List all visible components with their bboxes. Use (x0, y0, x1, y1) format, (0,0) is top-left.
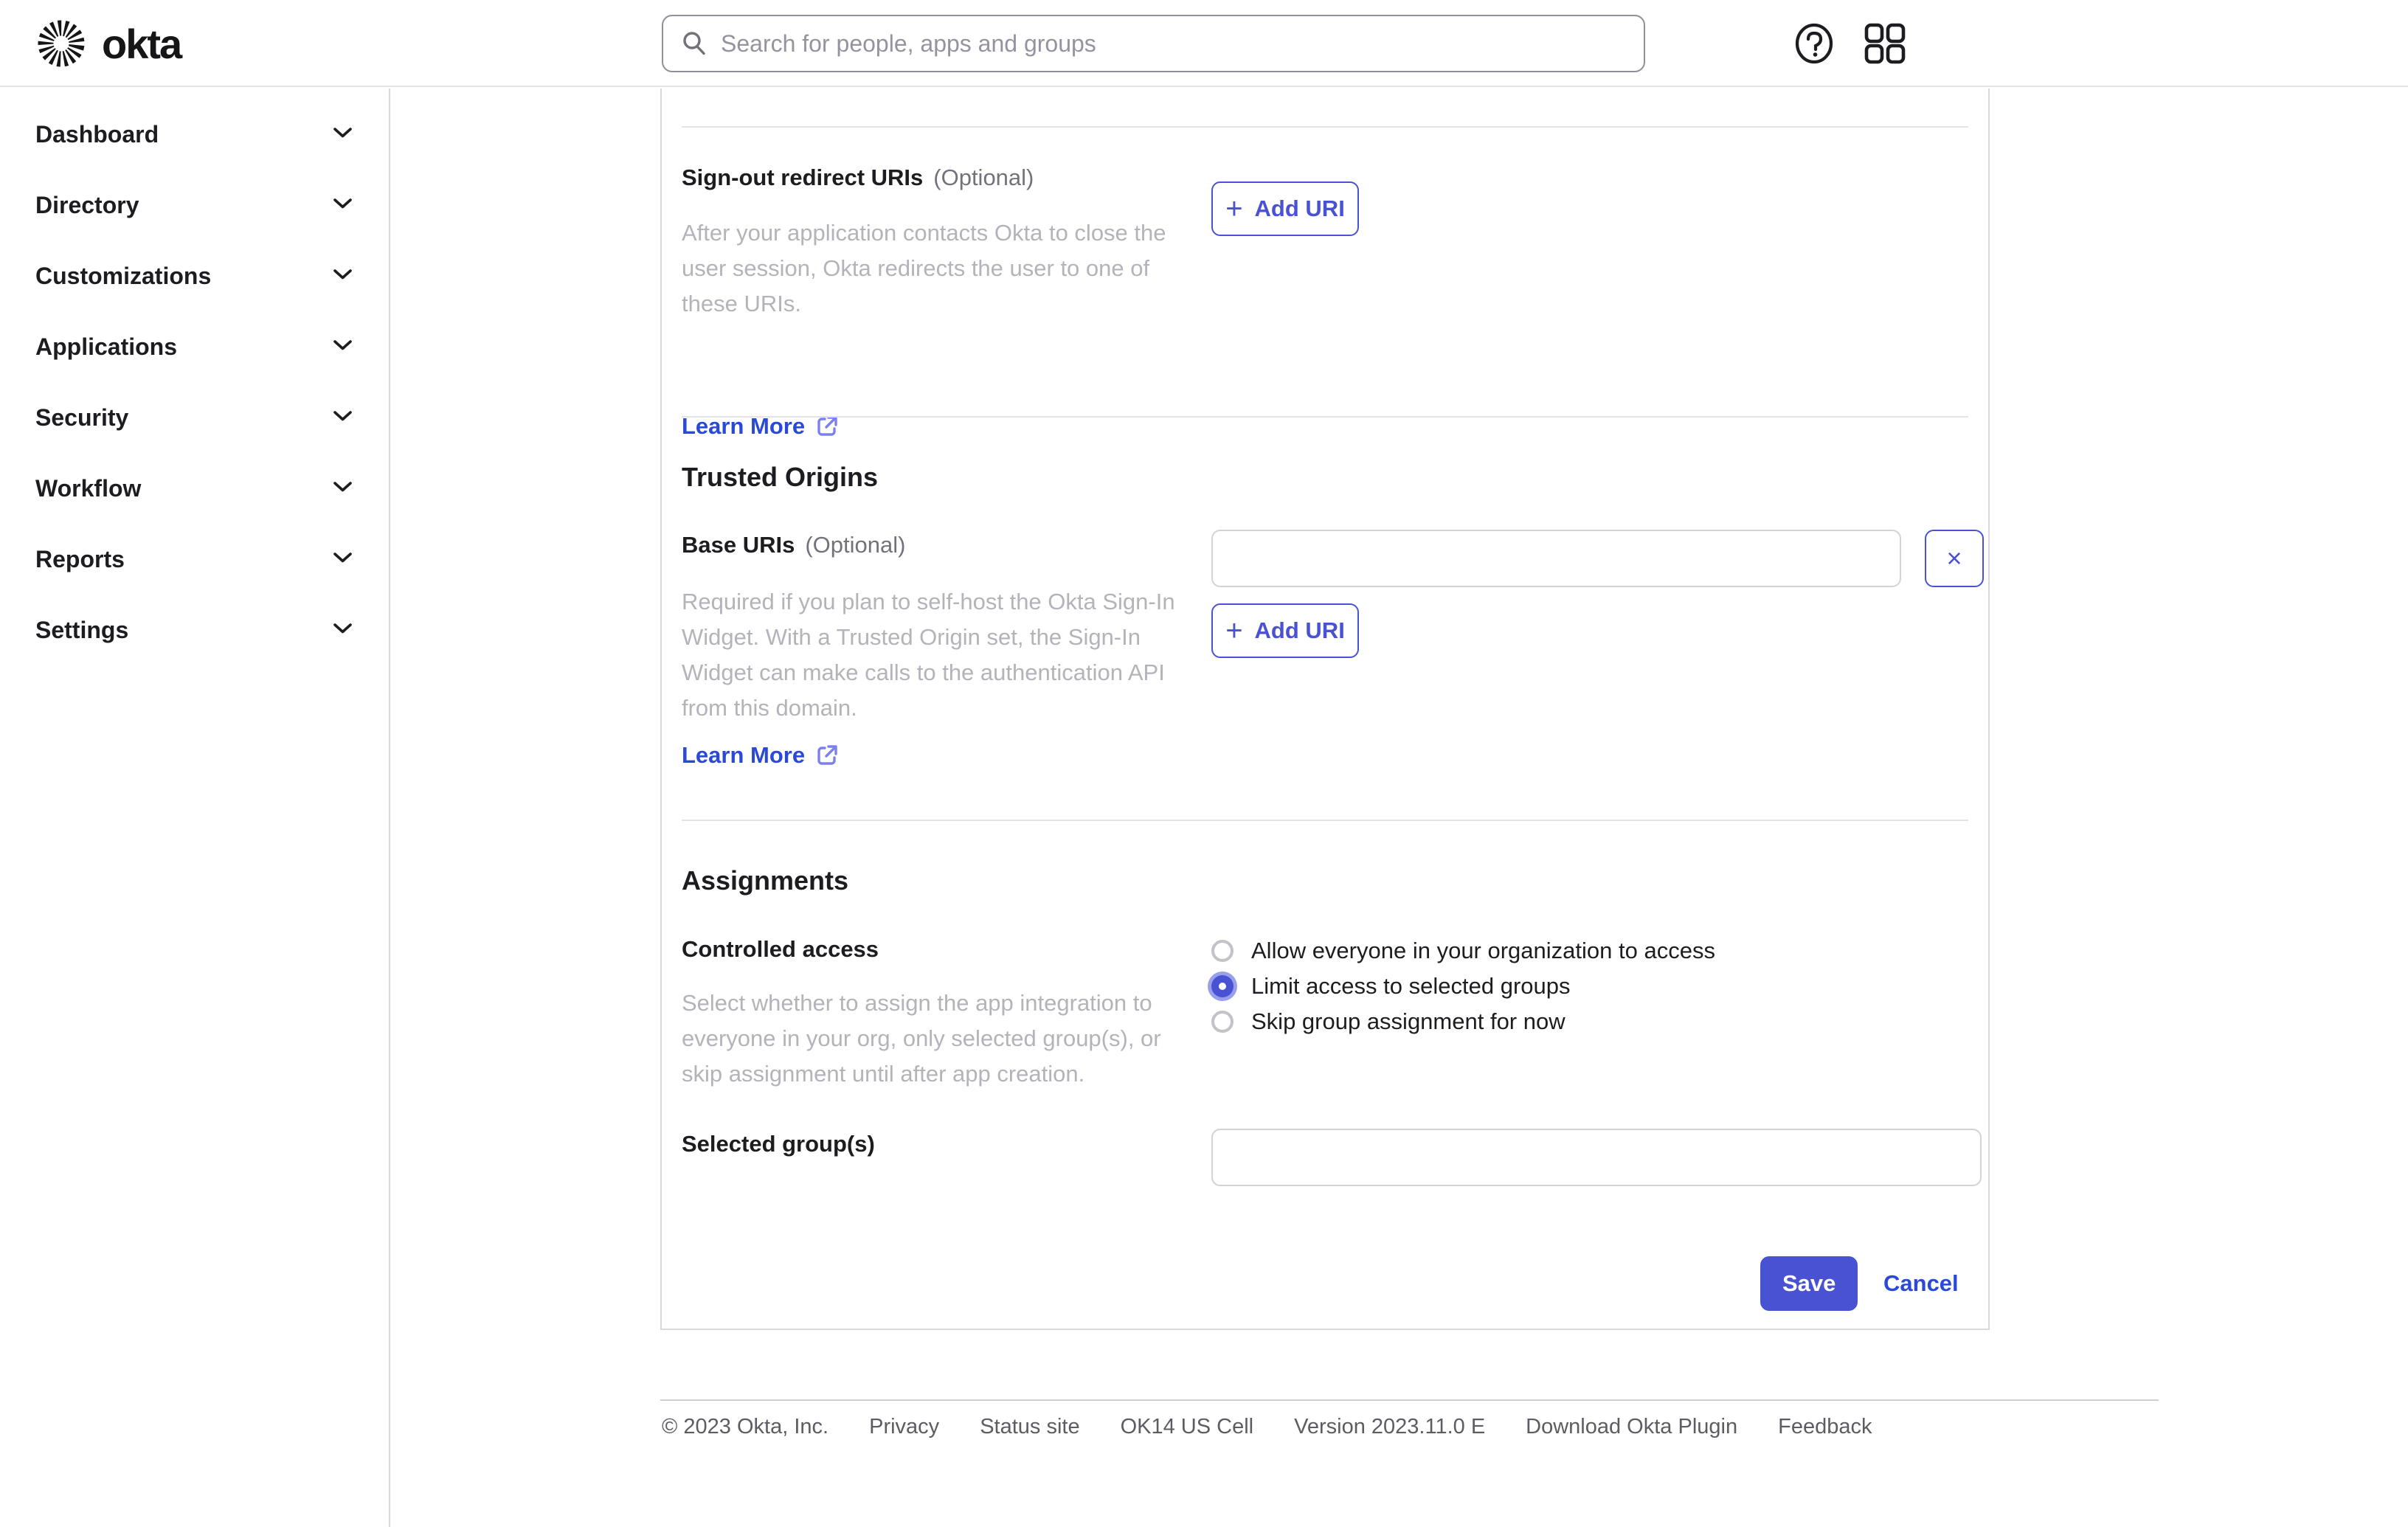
selected-groups-label: Selected group(s) (682, 1131, 875, 1157)
help-question-icon (1794, 23, 1834, 64)
radio-label: Skip group assignment for now (1251, 1008, 1565, 1034)
footer-link-download-plugin[interactable]: Download Okta Plugin (1526, 1415, 1737, 1439)
radio-allow-everyone[interactable]: Allow everyone in your organization to a… (1211, 933, 1715, 969)
controlled-access-radio-group: Allow everyone in your organization to a… (1211, 933, 1715, 1039)
sidebar-item-dashboard[interactable]: Dashboard (0, 99, 389, 170)
sidebar-item-workflow[interactable]: Workflow (0, 453, 389, 524)
okta-wordmark: okta (102, 20, 182, 67)
app-settings-panel: Sign-out redirect URIs (Optional) After … (660, 89, 1990, 1330)
apps-menu-button[interactable] (1864, 23, 1906, 64)
sidebar-item-label: Applications (35, 333, 178, 360)
section-divider (682, 416, 1968, 418)
global-search[interactable] (662, 15, 1645, 72)
radio-skip-assignment[interactable]: Skip group assignment for now (1211, 1004, 1715, 1039)
search-icon (681, 30, 707, 57)
sidebar-item-label: Dashboard (35, 120, 159, 148)
radio-button[interactable] (1211, 975, 1234, 997)
remove-uri-button[interactable]: × (1925, 530, 1984, 587)
controlled-access-description: Select whether to assign the app integra… (682, 990, 1161, 1087)
save-button[interactable]: Save (1760, 1256, 1858, 1311)
sidebar-item-customizations[interactable]: Customizations (0, 240, 389, 311)
selected-groups-input[interactable] (1211, 1129, 1982, 1186)
learn-more-label: Learn More (682, 742, 806, 768)
radio-button[interactable] (1211, 940, 1234, 962)
sidebar-item-label: Directory (35, 191, 139, 218)
chevron-down-icon (333, 339, 353, 355)
optional-tag: (Optional) (933, 165, 1034, 190)
top-bar: okta (0, 0, 2408, 87)
chevron-down-icon (333, 481, 353, 496)
apps-grid-icon (1864, 23, 1906, 64)
radio-button[interactable] (1211, 1011, 1234, 1033)
sidebar-item-reports[interactable]: Reports (0, 524, 389, 595)
search-input[interactable] (721, 18, 1626, 69)
footer-link-privacy[interactable]: Privacy (869, 1415, 939, 1439)
optional-tag: (Optional) (805, 532, 906, 558)
chevron-down-icon (333, 198, 353, 213)
sidebar-item-label: Workflow (35, 474, 142, 502)
radio-limit-access[interactable]: Limit access to selected groups (1211, 969, 1715, 1004)
sidebar-item-security[interactable]: Security (0, 382, 389, 453)
sidebar-nav: Dashboard Directory Customizations Appli… (0, 89, 390, 1527)
radio-label: Limit access to selected groups (1251, 973, 1571, 999)
section-divider (682, 126, 1968, 128)
chevron-down-icon (333, 552, 353, 567)
footer: © 2023 Okta, Inc. Privacy Status site OK… (662, 1415, 1872, 1439)
footer-link-feedback[interactable]: Feedback (1778, 1415, 1872, 1439)
chevron-down-icon (333, 623, 353, 638)
sidebar-item-label: Customizations (35, 262, 212, 289)
external-link-icon (815, 415, 839, 438)
copyright-text: © 2023 Okta, Inc. (662, 1415, 829, 1438)
chevron-down-icon (333, 127, 353, 142)
trusted-origins-heading: Trusted Origins (682, 462, 879, 492)
plus-icon: + (1225, 193, 1243, 225)
footer-link-status-site[interactable]: Status site (980, 1415, 1079, 1439)
chevron-down-icon (333, 269, 353, 284)
footer-version-text: Version 2023.11.0 E (1294, 1415, 1486, 1438)
sidebar-item-applications[interactable]: Applications (0, 311, 389, 382)
footer-divider (660, 1399, 2159, 1401)
okta-spiral-icon (37, 19, 86, 68)
base-uri-input[interactable] (1211, 530, 1901, 587)
okta-logo[interactable]: okta (37, 0, 182, 87)
radio-label: Allow everyone in your organization to a… (1251, 938, 1715, 963)
close-x-icon: × (1946, 543, 1962, 573)
signout-description: After your application contacts Okta to … (682, 220, 1166, 316)
trusted-origins-description: Required if you plan to self-host the Ok… (682, 589, 1175, 721)
footer-cell-text: OK14 US Cell (1120, 1415, 1254, 1438)
sidebar-item-label: Settings (35, 616, 129, 643)
signout-add-uri-button[interactable]: + Add URI (1211, 181, 1359, 236)
add-uri-label: Add URI (1254, 195, 1345, 221)
external-link-icon (815, 744, 839, 767)
base-uris-label: Base URIs (682, 532, 795, 558)
sidebar-item-directory[interactable]: Directory (0, 170, 389, 240)
cancel-button[interactable]: Cancel (1883, 1256, 1959, 1311)
assignments-heading: Assignments (682, 865, 849, 896)
signout-redirect-uris-label: Sign-out redirect URIs (682, 165, 924, 190)
sidebar-item-label: Security (35, 404, 129, 431)
chevron-down-icon (333, 410, 353, 426)
sidebar-item-settings[interactable]: Settings (0, 595, 389, 665)
help-button[interactable] (1794, 23, 1834, 64)
plus-icon: + (1225, 614, 1243, 647)
sidebar-item-label: Reports (35, 545, 125, 572)
trusted-origins-learn-more-link[interactable]: Learn More (682, 742, 839, 769)
controlled-access-label: Controlled access (682, 936, 879, 962)
add-uri-label: Add URI (1254, 617, 1345, 643)
section-divider (682, 820, 1968, 821)
trusted-origins-add-uri-button[interactable]: + Add URI (1211, 603, 1359, 658)
